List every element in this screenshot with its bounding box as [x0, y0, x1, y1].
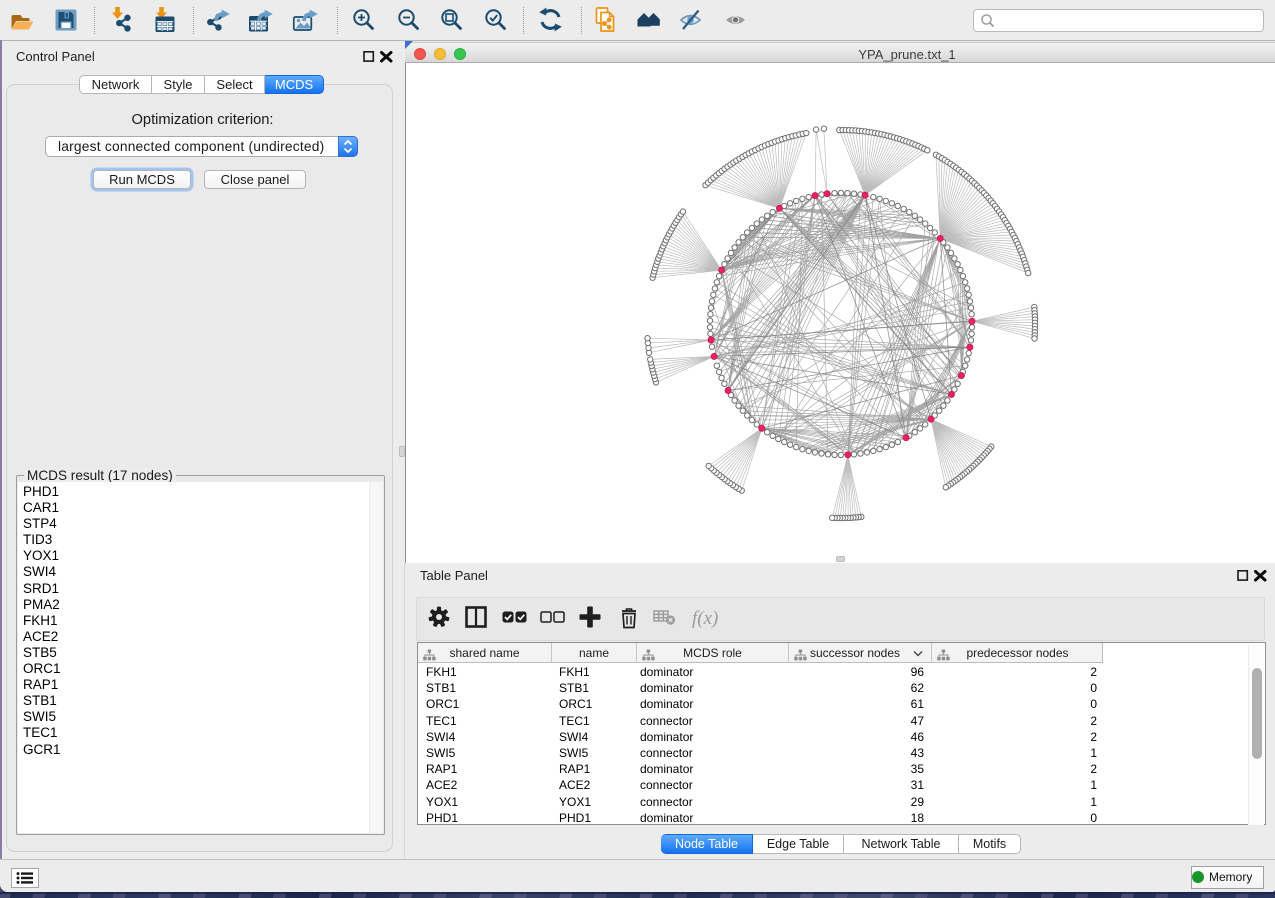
- svg-text:f(x): f(x): [692, 608, 718, 629]
